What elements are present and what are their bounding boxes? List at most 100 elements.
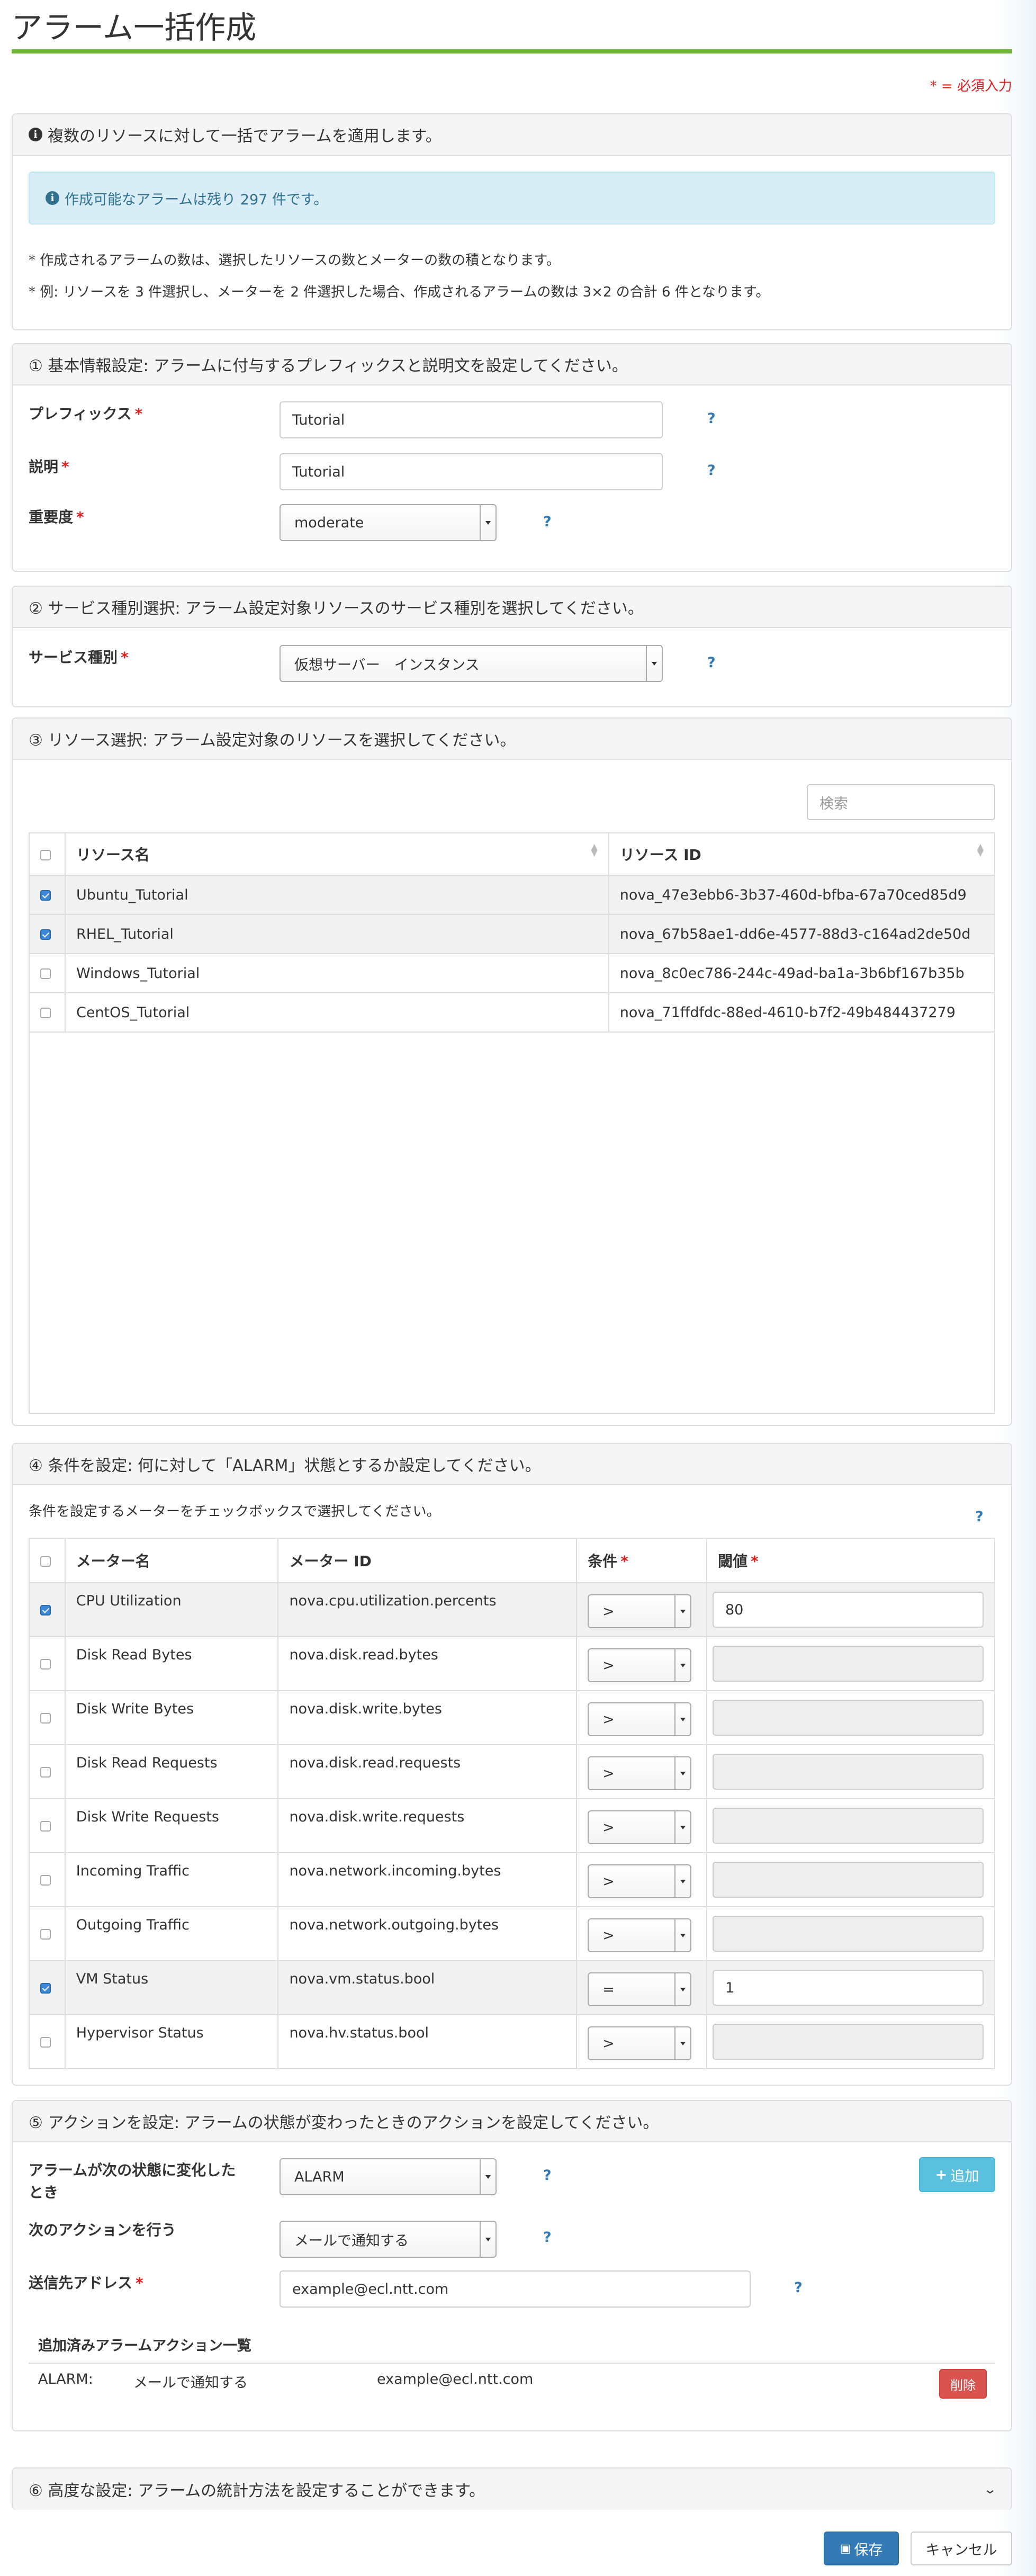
checkbox-icon[interactable]	[40, 849, 51, 860]
email-help-icon[interactable]: ?	[794, 2279, 803, 2296]
condition-select[interactable]: >	[588, 1864, 692, 1898]
meter-name: Disk Write Requests	[64, 1798, 279, 1853]
table-row[interactable]: Disk Write Bytes nova.disk.write.bytes >	[29, 1690, 996, 1745]
condition-select[interactable]: >	[588, 1702, 692, 1736]
email-input[interactable]: example@ecl.ntt.com	[280, 2270, 751, 2308]
chevron-down-double-icon[interactable]: ⌄	[983, 2482, 997, 2497]
checkbox-icon[interactable]	[40, 2037, 51, 2048]
meter-name: Outgoing Traffic	[64, 1906, 279, 1961]
alarm-state-select[interactable]: ALARM	[280, 2158, 497, 2195]
action-label: 次のアクションを行う	[29, 2221, 176, 2239]
condition-cell: >	[576, 1906, 707, 1961]
threshold-input[interactable]	[712, 2024, 984, 2060]
checkbox-icon[interactable]	[40, 1929, 51, 1940]
table-row[interactable]: CPU Utilization nova.cpu.utilization.perc…	[29, 1582, 996, 1637]
select-all-meters[interactable]	[29, 1538, 66, 1583]
checkbox-icon[interactable]	[40, 1556, 51, 1567]
table-row[interactable]: CentOS_Tutorial nova_71ffdfdc-88ed-4610-…	[29, 992, 996, 1033]
threshold-input[interactable]	[712, 1700, 984, 1736]
checkbox-icon[interactable]	[40, 929, 51, 940]
threshold-input[interactable]	[712, 1754, 984, 1790]
advanced-settings-header[interactable]: ⑥ 高度な設定: アラームの統計方法を設定することができます。 ⌄	[13, 2469, 1011, 2510]
sort-icon[interactable]: ▲ ▼	[591, 842, 597, 857]
description-label: 説明 *	[29, 458, 69, 475]
severity-help-icon[interactable]: ?	[543, 514, 552, 530]
checkbox-icon[interactable]	[40, 1983, 51, 1994]
resource-search-input[interactable]: 検索	[807, 784, 995, 820]
table-row[interactable]: Outgoing Traffic nova.network.outgoing.by…	[29, 1906, 996, 1961]
condition-select[interactable]: >	[588, 1810, 692, 1844]
prefix-input[interactable]: Tutorial	[280, 401, 663, 438]
table-row[interactable]: RHEL_Tutorial nova_67b58ae1-dd6e-4577-88…	[29, 914, 996, 954]
threshold-input[interactable]	[712, 1862, 984, 1898]
resource-name: RHEL_Tutorial	[64, 914, 609, 954]
action-select[interactable]: メールで通知する	[280, 2221, 497, 2258]
condition-select[interactable]: >	[588, 1918, 692, 1952]
alarm-state-help-icon[interactable]: ?	[543, 2167, 552, 2184]
condition-select[interactable]: >	[588, 1648, 692, 1682]
threshold-input[interactable]: 80	[712, 1592, 984, 1628]
table-row[interactable]: VM Status nova.vm.status.bool = 1	[29, 1960, 996, 2015]
threshold-input[interactable]	[712, 1808, 984, 1844]
description-input[interactable]: Tutorial	[280, 453, 663, 490]
action-list-action: メールで通知する	[133, 2375, 248, 2391]
threshold-input[interactable]	[712, 1646, 984, 1682]
checkbox-icon[interactable]	[40, 1767, 51, 1778]
checkbox-icon[interactable]	[40, 1659, 51, 1670]
resource-selection-panel: ③ リソース選択: アラーム設定対象のリソースを選択してください。 検索 リソー…	[12, 717, 1012, 1426]
checkbox-icon[interactable]	[40, 1821, 51, 1832]
actions-header: ⑤ アクションを設定: アラームの状態が変わったときのアクションを設定してくださ…	[13, 2101, 1011, 2142]
select-all-resources[interactable]	[29, 832, 66, 876]
select-caret-icon	[674, 1973, 690, 2005]
checkbox-icon[interactable]	[40, 1008, 51, 1018]
service-type-panel: ② サービス種別選択: アラーム設定対象リソースのサービス種別を選択してください…	[12, 586, 1012, 707]
select-caret-icon	[480, 2159, 496, 2194]
delete-action-button[interactable]: 削除	[939, 2369, 987, 2399]
sort-icon[interactable]: ▲ ▼	[977, 842, 984, 857]
intro-note-2: * 例: リソースを 3 件選択し、メーターを 2 件選択した場合、作成されるア…	[29, 284, 770, 300]
table-row[interactable]: Disk Write Requests nova.disk.write.reque…	[29, 1798, 996, 1853]
checkbox-icon[interactable]	[40, 1713, 51, 1724]
condition-cell: >	[576, 1582, 707, 1637]
col-condition: 条件 *	[576, 1538, 707, 1583]
condition-select[interactable]: >	[588, 1756, 692, 1790]
table-row[interactable]: Hypervisor Status nova.hv.status.bool >	[29, 2014, 996, 2069]
prefix-help-icon[interactable]: ?	[707, 410, 716, 427]
col-resource-id[interactable]: リソース ID ▲ ▼	[608, 832, 996, 876]
basic-settings-heading: ① 基本情報設定: アラームに付与するプレフィックスと説明文を設定してください。	[29, 357, 628, 375]
table-row[interactable]: Windows_Tutorial nova_8c0ec786-244c-49ad…	[29, 953, 996, 993]
condition-select[interactable]: =	[588, 1972, 692, 2006]
select-caret-icon	[480, 505, 496, 540]
condition-value: >	[602, 1873, 615, 1890]
service-type-select[interactable]: 仮想サーバー インスタンス	[280, 645, 663, 682]
checkbox-icon[interactable]	[40, 890, 51, 901]
description-help-icon[interactable]: ?	[707, 462, 716, 479]
threshold-cell	[706, 1636, 996, 1691]
severity-select[interactable]: moderate	[280, 504, 497, 541]
add-action-button[interactable]: + 追加	[919, 2157, 995, 2192]
action-help-icon[interactable]: ?	[543, 2229, 552, 2246]
resource-name: Ubuntu_Tutorial	[64, 875, 609, 915]
condition-select[interactable]: >	[588, 2026, 692, 2060]
service-type-help-icon[interactable]: ?	[707, 654, 716, 671]
info-circle-icon: i	[29, 128, 42, 141]
cancel-button[interactable]: キャンセル	[911, 2532, 1012, 2565]
table-row[interactable]: Ubuntu_Tutorial nova_47e3ebb6-3b37-460d-…	[29, 875, 996, 915]
checkbox-icon[interactable]	[40, 1605, 51, 1615]
threshold-input[interactable]	[712, 1916, 984, 1952]
condition-value: >	[602, 1603, 615, 1620]
table-row[interactable]: Disk Read Bytes nova.disk.read.bytes >	[29, 1636, 996, 1691]
col-resource-name[interactable]: リソース名 ▲ ▼	[64, 832, 609, 876]
checkbox-icon[interactable]	[40, 1875, 51, 1886]
table-row[interactable]: Disk Read Requests nova.disk.read.request…	[29, 1744, 996, 1799]
save-button[interactable]: ▣ 保存	[824, 2532, 899, 2565]
advanced-settings-panel[interactable]: ⑥ 高度な設定: アラームの統計方法を設定することができます。 ⌄	[12, 2467, 1012, 2510]
threshold-cell	[706, 1852, 996, 1907]
select-caret-icon	[646, 646, 662, 681]
condition-select[interactable]: >	[588, 1594, 692, 1628]
condition-cell: >	[576, 2014, 707, 2069]
threshold-input[interactable]: 1	[712, 1970, 984, 2006]
table-row[interactable]: Incoming Traffic nova.network.incoming.by…	[29, 1852, 996, 1907]
checkbox-icon[interactable]	[40, 968, 51, 979]
conditions-help-icon[interactable]: ?	[975, 1509, 984, 1525]
